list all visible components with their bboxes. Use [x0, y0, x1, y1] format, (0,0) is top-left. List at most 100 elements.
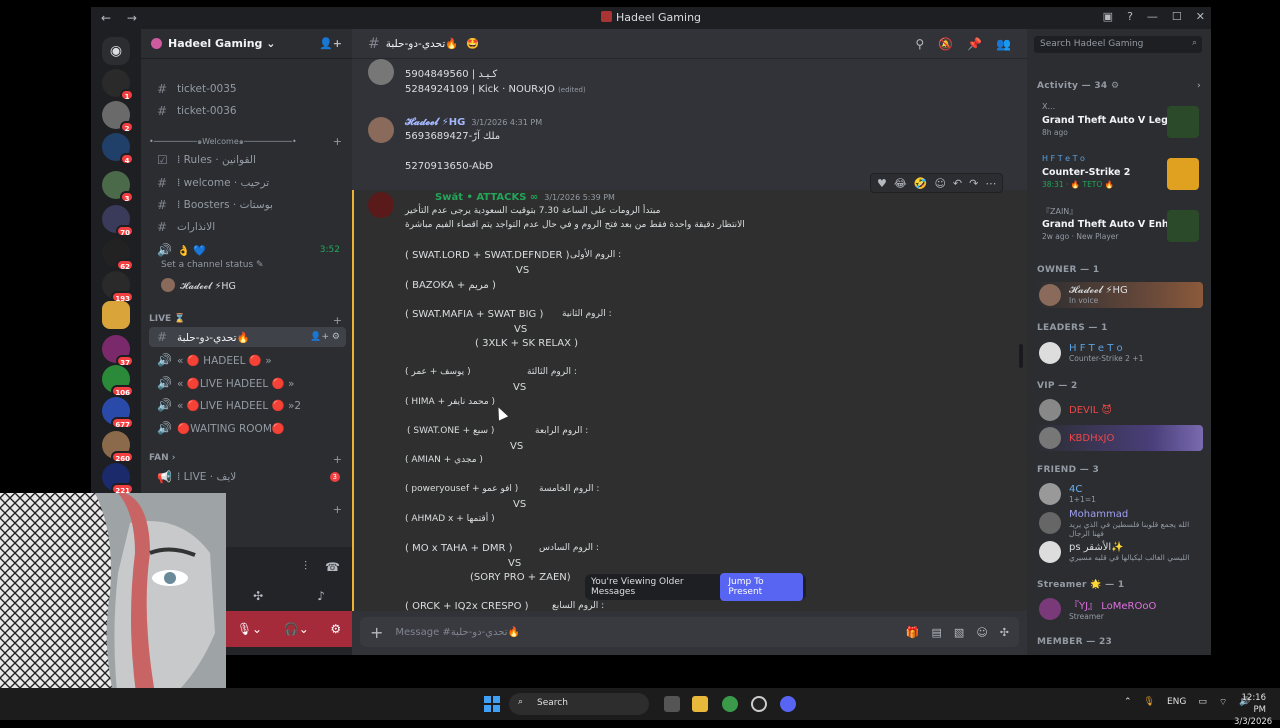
add-channel-icon[interactable]: +	[333, 314, 342, 327]
minimize-button[interactable]: —	[1147, 10, 1158, 23]
wifi-icon[interactable]: ⌔	[1219, 697, 1227, 708]
category-welcome[interactable]: •─────────๑Welcome๑──────────• +	[149, 135, 346, 148]
headphones-icon[interactable]: 🎧⌄	[284, 622, 309, 636]
soundboard-icon[interactable]: ⫶	[304, 559, 307, 574]
reply-icon[interactable]: ↶	[953, 177, 962, 190]
activities-icon[interactable]: ✣	[253, 589, 263, 603]
settings-gear-icon[interactable]: 👤+ ⚙	[310, 332, 340, 342]
member-item[interactable]: KBDHxJO	[1035, 425, 1203, 451]
voice-user[interactable]: 𝓗𝓪𝓭𝓮𝓮𝓵 ⚡HG	[161, 278, 236, 292]
taskbar-search[interactable]: ⌕ Search	[509, 693, 649, 715]
home-button[interactable]: ◉	[102, 37, 130, 65]
apps-icon[interactable]: ✣	[1000, 626, 1009, 639]
member-list-icon[interactable]: 👥	[996, 37, 1011, 51]
member-item[interactable]: 𝓗𝓪𝓭𝓮𝓮𝓵 ⚡HG In voice	[1035, 282, 1203, 308]
pin-icon[interactable]: 📌	[967, 37, 982, 51]
maximize-button[interactable]: ☐	[1172, 10, 1182, 23]
close-button[interactable]: ✕	[1196, 10, 1205, 23]
voice-channel-live-hadeel[interactable]: 🔊 « 🔴LIVE HADEEL 🔴 »	[149, 373, 346, 393]
threads-icon[interactable]: ⚲	[915, 37, 924, 51]
scrollbar[interactable]	[1019, 344, 1023, 368]
language-indicator[interactable]: ENG	[1167, 697, 1186, 708]
voice-channel-live-hadeel-2[interactable]: 🔊 « 🔴LIVE HADEEL 🔴 »2	[149, 395, 346, 415]
microphone-icon[interactable]: 🎙⌄	[237, 622, 262, 636]
avatar[interactable]	[368, 59, 394, 85]
mute-icon[interactable]: 🔕	[938, 37, 953, 51]
gift-icon[interactable]: 🎁	[906, 626, 920, 639]
user-settings-icon[interactable]: ⚙	[330, 622, 341, 636]
windows-start-icon[interactable]	[484, 696, 500, 712]
voice-channel-status[interactable]: 🔊 👌 💙 3:52	[149, 240, 346, 260]
server-icon[interactable]: 4	[102, 133, 134, 165]
rofl-emoji-icon[interactable]: 🤣	[914, 177, 928, 190]
category-fan[interactable]: FAN › +	[149, 453, 346, 466]
heart-icon[interactable]: ♥	[877, 177, 887, 190]
channel-ticket-0036[interactable]: # ticket-0036	[149, 101, 346, 121]
member-item[interactable]: Mohammad الله يجمع قلوبنا فلسطين في الذي …	[1035, 509, 1203, 538]
app-icon[interactable]	[751, 696, 767, 712]
add-reaction-icon[interactable]: ☺	[934, 177, 945, 190]
category-live[interactable]: LIVE ⌛ +	[149, 314, 346, 327]
author[interactable]: Swăt • ATTACKS ∞ 3/1/2026 5:39 PM	[435, 192, 615, 203]
guild-header[interactable]: Hadeel Gaming ⌄ 👤+	[141, 29, 352, 59]
chevron-up-icon[interactable]: ⌃	[1124, 697, 1132, 708]
task-view-icon[interactable]	[664, 696, 680, 712]
server-icon[interactable]: 70	[102, 205, 134, 237]
set-channel-status[interactable]: Set a channel status ✎	[161, 260, 264, 270]
server-icon[interactable]: 2	[102, 101, 134, 133]
avatar[interactable]	[368, 117, 394, 143]
microphone-icon[interactable]: 🎙	[1144, 697, 1155, 708]
server-icon[interactable]: 260	[102, 431, 134, 463]
channel-alerts[interactable]: # الانذارات	[149, 217, 346, 237]
inbox-icon[interactable]: ▣	[1103, 10, 1113, 23]
emoji-icon[interactable]: ☺	[976, 626, 987, 639]
help-icon[interactable]: ?	[1127, 10, 1133, 23]
server-icon[interactable]: 193	[102, 271, 134, 303]
avatar[interactable]	[368, 192, 394, 218]
server-icon[interactable]: 677	[102, 397, 134, 429]
add-channel-icon[interactable]: +	[333, 503, 342, 516]
activity-card[interactable]: 『ZAIN』 Grand Theft Auto V Enhan... 2w ag…	[1035, 204, 1203, 250]
add-attachment-icon[interactable]: +	[370, 623, 383, 642]
channel-welcome[interactable]: # ⁞ welcome · ترحيب	[149, 173, 346, 193]
search-input[interactable]: Search Hadeel Gaming ⌕	[1034, 36, 1202, 53]
server-icon[interactable]: 221	[102, 463, 134, 495]
chrome-icon[interactable]	[722, 696, 738, 712]
channel-rules[interactable]: ☑ ⁞ Rules · القوانين	[149, 150, 346, 170]
server-icon[interactable]	[102, 301, 130, 329]
soundboard-icon[interactable]: ♪	[317, 589, 325, 603]
add-member-icon[interactable]: 👤+	[319, 37, 342, 50]
member-item[interactable]: H F T e T o Counter-Strike 2 +1	[1035, 340, 1203, 366]
voice-channel-hadeel[interactable]: 🔊 « 🔴 HADEEL 🔴 »	[149, 350, 346, 370]
sticker-icon[interactable]: ▧	[954, 626, 964, 639]
forward-icon[interactable]: ↷	[969, 177, 978, 190]
channel-ticket-0035[interactable]: # ticket-0035	[149, 79, 346, 99]
server-icon[interactable]: 37	[102, 335, 134, 367]
add-channel-icon[interactable]: +	[333, 453, 342, 466]
activity-card[interactable]: H F T e T o Counter-Strike 2 38:31 · 🔥 T…	[1035, 152, 1203, 198]
author[interactable]: 𝓗𝓪𝓭𝓮𝓮𝓵 ⚡HG 3/1/2026 4:31 PM	[405, 117, 542, 128]
member-item[interactable]: 『YJ』 LoMeROoO Streamer	[1035, 596, 1203, 622]
file-explorer-icon[interactable]	[692, 696, 708, 712]
gif-icon[interactable]: ▤	[932, 626, 942, 639]
server-icon[interactable]: 1	[102, 69, 134, 101]
member-item[interactable]: DEVIL 😈	[1035, 397, 1203, 423]
composer-placeholder[interactable]: Message #تحدي-دو-حلبة🔥	[395, 627, 520, 638]
message-composer[interactable]: + Message #تحدي-دو-حلبة🔥 🎁 ▤ ▧ ☺ ✣	[360, 617, 1019, 647]
discord-icon[interactable]	[780, 696, 796, 712]
add-channel-icon[interactable]: +	[333, 135, 342, 148]
server-icon[interactable]: 106	[102, 365, 134, 397]
voice-channel-waiting[interactable]: 🔊 🔴WAITING ROOM🔴	[149, 418, 346, 438]
activity-card[interactable]: X... Grand Theft Auto V Legacy 8h ago	[1035, 100, 1203, 146]
clock[interactable]: 12:16 PM 3/3/2026	[1234, 692, 1272, 728]
display-icon[interactable]: ▭	[1198, 697, 1207, 708]
jump-to-present-button[interactable]: Jump To Present	[720, 573, 803, 601]
channel-boosters[interactable]: # ⁞ Boosters · بوستات	[149, 195, 346, 215]
server-icon[interactable]: 3	[102, 171, 134, 203]
member-item[interactable]: ps الأشقر✨ الليسي الغالب ليكيالها في قلبه…	[1035, 539, 1203, 565]
member-item[interactable]: 4C 1+1=1	[1035, 481, 1203, 507]
more-icon[interactable]: ⋯	[985, 177, 996, 190]
server-icon[interactable]: 62	[102, 239, 134, 271]
disconnect-icon[interactable]: ☎	[325, 560, 340, 574]
channel-current[interactable]: # تحدي-دو-حلبة🔥 👤+ ⚙	[149, 327, 346, 347]
